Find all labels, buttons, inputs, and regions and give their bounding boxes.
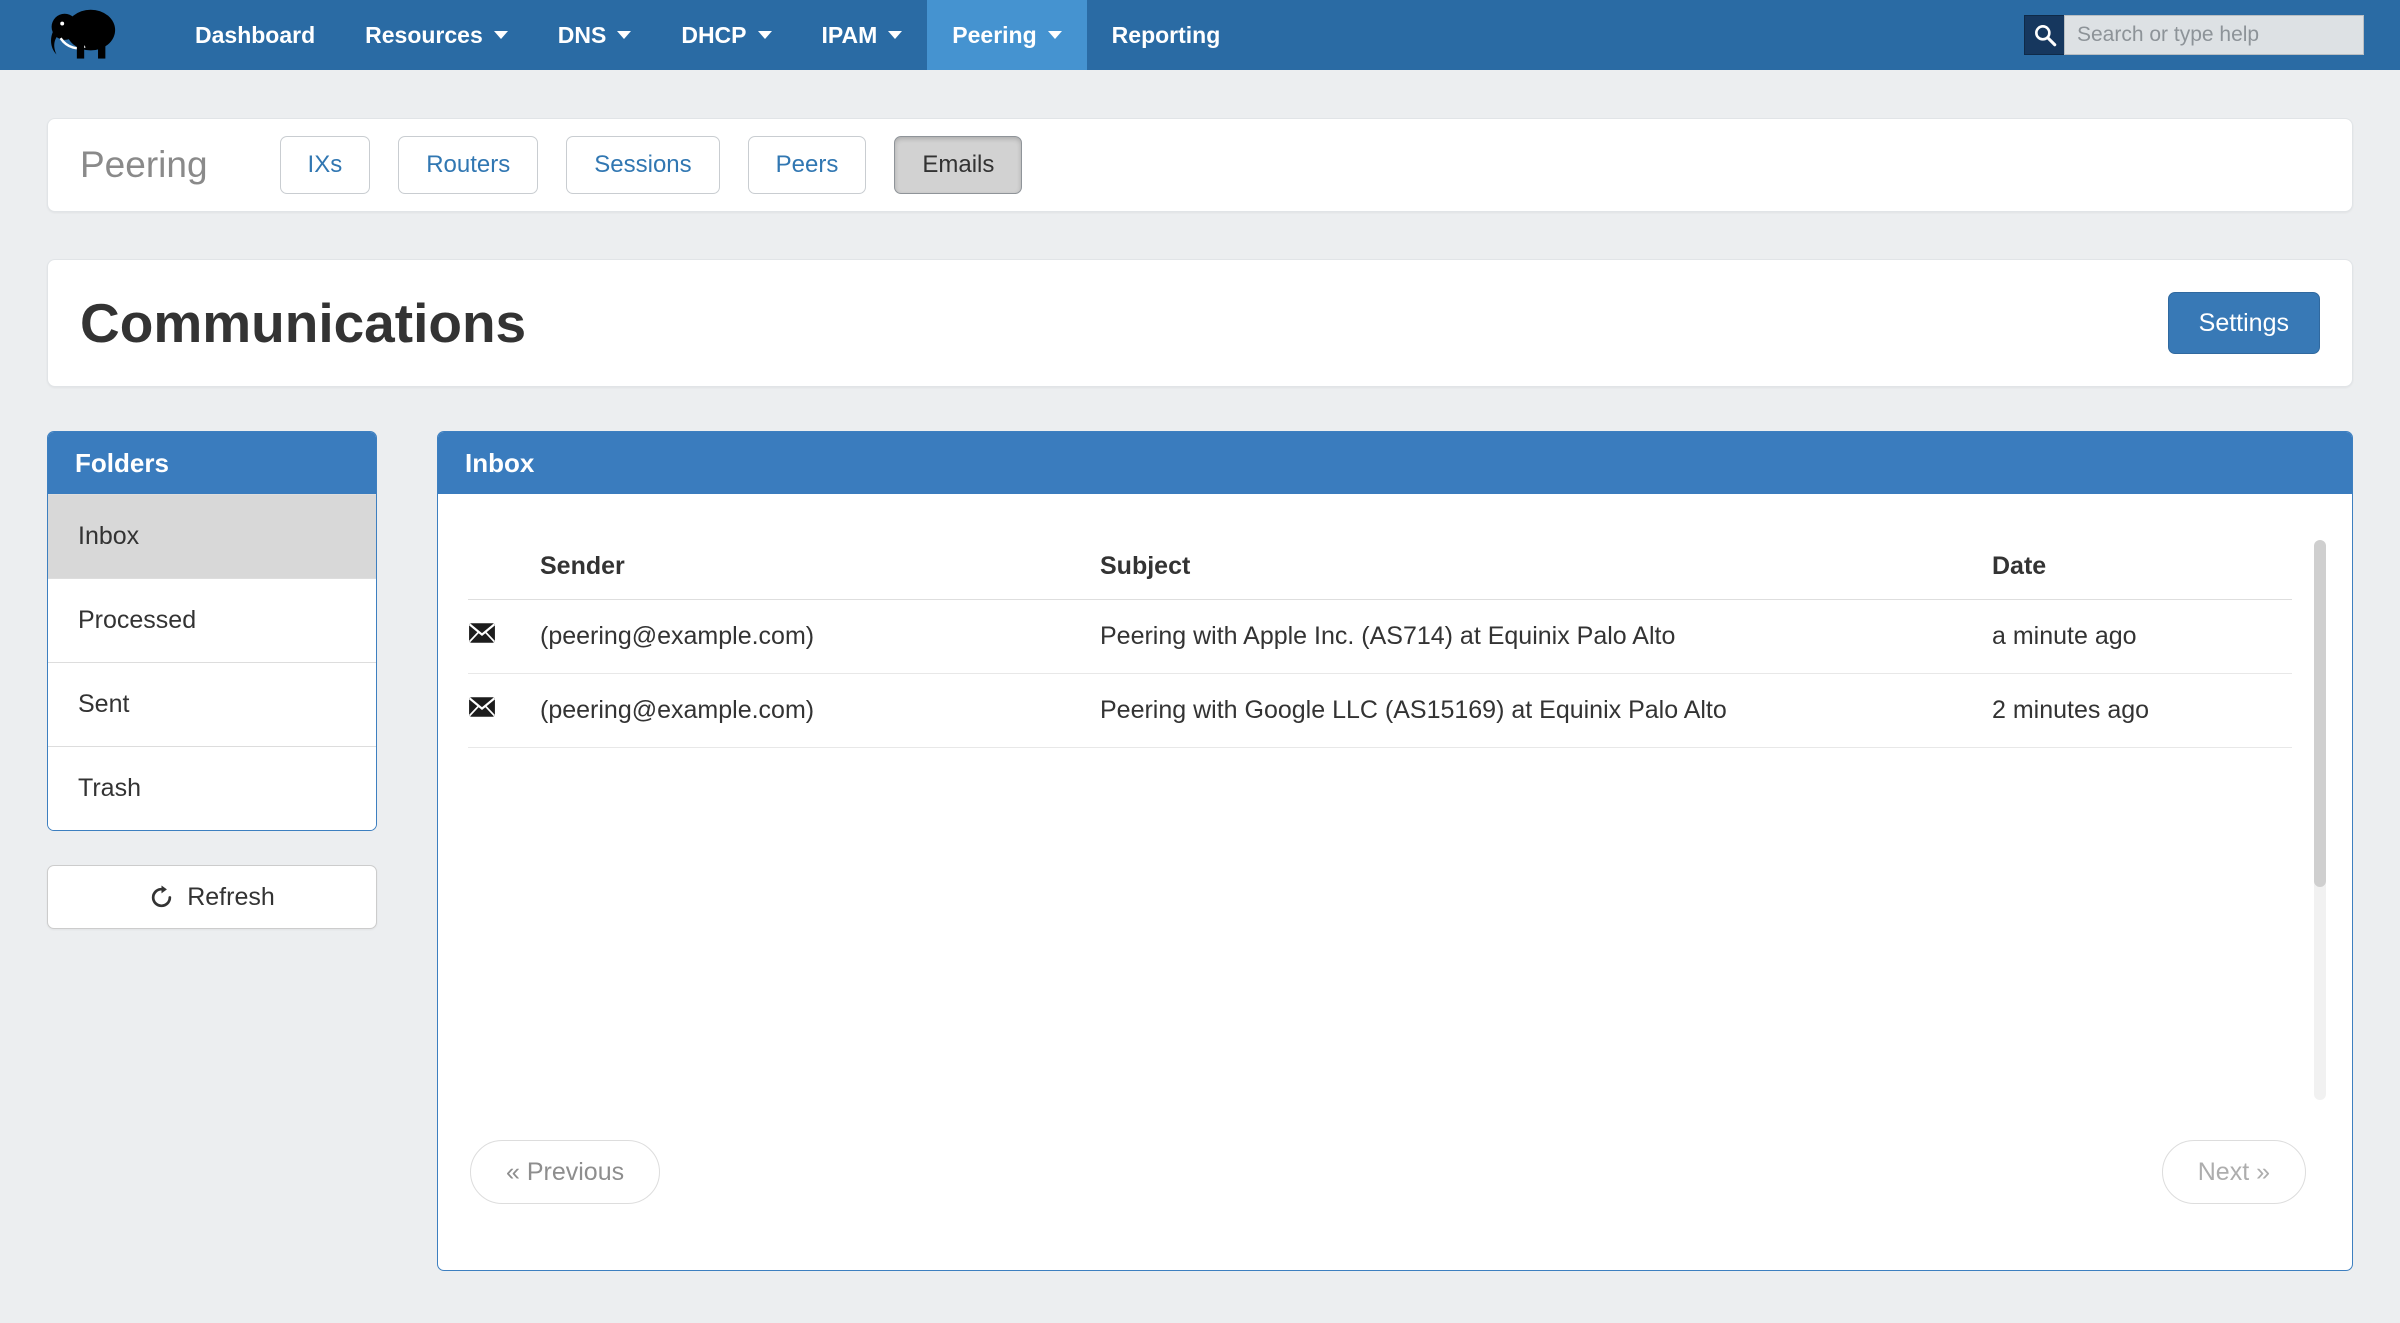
nav-label: DNS — [558, 22, 607, 49]
top-navbar: Dashboard Resources DNS DHCP IPAM Peerin… — [0, 0, 2400, 70]
nav-label: DHCP — [681, 22, 746, 49]
search-icon[interactable] — [2024, 15, 2064, 55]
nav-label: Peering — [952, 22, 1036, 49]
page-title: Communications — [80, 291, 526, 355]
column-header-subject: Subject — [1100, 536, 1992, 600]
communications-header: Communications Settings — [47, 259, 2353, 387]
inbox-panel: Inbox Sender Subject Date — [437, 431, 2353, 1271]
column-header-icon — [468, 536, 540, 600]
section-title: Peering — [80, 144, 208, 186]
date-cell: 2 minutes ago — [1992, 674, 2292, 748]
nav-label: Dashboard — [195, 22, 315, 49]
nav-label: IPAM — [822, 22, 878, 49]
nav-label: Resources — [365, 22, 483, 49]
folder-item-sent[interactable]: Sent — [48, 662, 376, 746]
refresh-icon — [149, 885, 174, 910]
chevron-down-icon — [494, 31, 508, 39]
tab-emails-button[interactable]: Emails — [894, 136, 1022, 194]
previous-page-button[interactable]: « Previous — [470, 1140, 660, 1204]
nav-item-resources[interactable]: Resources — [340, 0, 533, 70]
inbox-panel-header: Inbox — [438, 432, 2352, 494]
folder-item-inbox[interactable]: Inbox — [48, 494, 376, 578]
subject-cell[interactable]: Peering with Google LLC (AS15169) at Equ… — [1100, 674, 1992, 748]
folders-panel-header: Folders — [48, 432, 376, 494]
nav-item-dhcp[interactable]: DHCP — [656, 0, 796, 70]
mammoth-logo-icon — [44, 4, 126, 66]
nav-label: Reporting — [1112, 22, 1221, 49]
refresh-button[interactable]: Refresh — [47, 865, 377, 929]
folder-item-processed[interactable]: Processed — [48, 578, 376, 662]
main-nav: Dashboard Resources DNS DHCP IPAM Peerin… — [170, 0, 1245, 70]
tab-ixs-button[interactable]: IXs — [280, 136, 371, 194]
scrollbar-thumb[interactable] — [2314, 540, 2326, 887]
folder-item-trash[interactable]: Trash — [48, 746, 376, 830]
tab-sessions-button[interactable]: Sessions — [566, 136, 719, 194]
tab-routers-button[interactable]: Routers — [398, 136, 538, 194]
global-search — [2024, 15, 2364, 55]
folders-panel: Folders Inbox Processed Sent Trash — [47, 431, 377, 831]
date-cell: a minute ago — [1992, 600, 2292, 674]
nav-item-peering[interactable]: Peering — [927, 0, 1086, 70]
sender-cell: (peering@example.com) — [540, 600, 1100, 674]
chevron-down-icon — [617, 31, 631, 39]
next-page-button[interactable]: Next » — [2162, 1140, 2306, 1204]
sender-cell: (peering@example.com) — [540, 674, 1100, 748]
nav-item-ipam[interactable]: IPAM — [797, 0, 928, 70]
chevron-down-icon — [1048, 31, 1062, 39]
subject-cell[interactable]: Peering with Apple Inc. (AS714) at Equin… — [1100, 600, 1992, 674]
table-scrollbar[interactable] — [2314, 540, 2326, 1100]
mail-table-header-row: Sender Subject Date — [468, 536, 2292, 600]
table-row[interactable]: (peering@example.com) Peering with Googl… — [468, 674, 2292, 748]
chevron-down-icon — [758, 31, 772, 39]
refresh-label: Refresh — [187, 883, 275, 912]
nav-item-dashboard[interactable]: Dashboard — [170, 0, 340, 70]
nav-item-reporting[interactable]: Reporting — [1087, 0, 1246, 70]
mail-table: Sender Subject Date — [468, 536, 2292, 748]
tab-peers-button[interactable]: Peers — [748, 136, 867, 194]
pagination: « Previous Next » — [470, 1140, 2306, 1204]
peering-toolbar: Peering IXs Routers Sessions Peers Email… — [47, 118, 2353, 212]
column-header-sender: Sender — [540, 536, 1100, 600]
envelope-icon — [468, 600, 540, 674]
settings-button[interactable]: Settings — [2168, 292, 2320, 354]
envelope-icon — [468, 674, 540, 748]
column-header-date: Date — [1992, 536, 2292, 600]
nav-item-dns[interactable]: DNS — [533, 0, 657, 70]
table-row[interactable]: (peering@example.com) Peering with Apple… — [468, 600, 2292, 674]
chevron-down-icon — [888, 31, 902, 39]
brand-logo[interactable] — [44, 0, 126, 70]
search-input[interactable] — [2064, 15, 2364, 55]
inbox-body: Sender Subject Date — [438, 494, 2352, 1270]
